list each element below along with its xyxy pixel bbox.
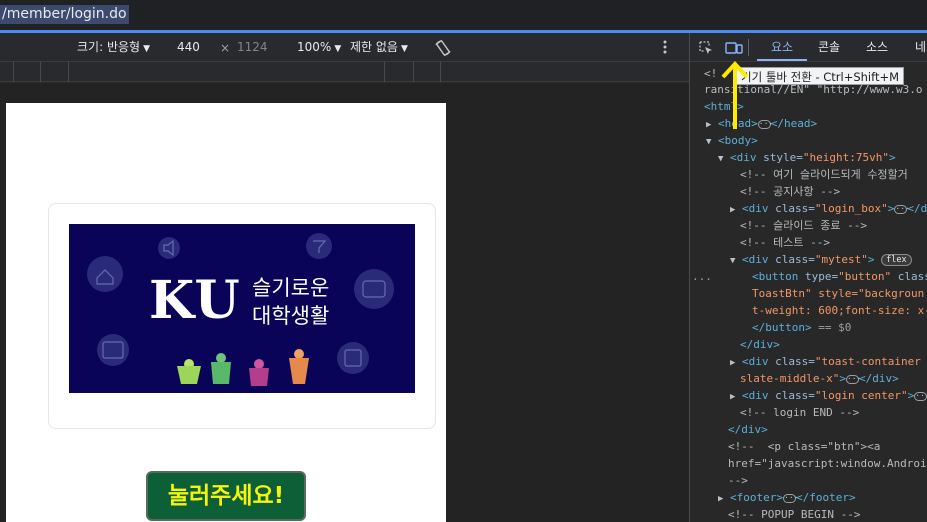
height-input[interactable]: 1124 [237,40,268,55]
expand-icon[interactable]: ▶ [730,392,735,402]
banner-decor [87,233,394,386]
dom-line[interactable]: ▼ <body> [706,133,758,150]
dom-line[interactable]: <button type="button" class [752,269,927,285]
flex-badge[interactable]: flex [881,254,912,266]
ku-logo-text: KU [149,270,242,331]
dom-line[interactable]: t-weight: 600;font-size: x- [752,303,927,319]
inspect-element-icon[interactable] [698,40,714,60]
dom-line-more[interactable]: ... [692,269,712,285]
tab-separator [748,39,749,56]
rotate-icon[interactable] [434,39,452,61]
devtools-pane: 요소 콘솔 소스 네 기기 툴바 전환 - Ctrl+Shift+M <! ra… [690,33,927,522]
dom-line[interactable]: <!-- login END --> [740,405,859,421]
emulated-page: KU 슬기로운 대학생활 눌러주세요! [6,103,446,522]
collapse-icon[interactable]: ▼ [718,154,723,164]
dom-line[interactable]: ▼ <div style="height:75vh"> [718,150,896,167]
banner-subtitle-2: 대학생활 [252,304,330,328]
dom-tree: <! ransitional//EN" "http://www.w3.o <ht… [690,66,927,522]
dom-line[interactable]: slate-middle-x">···</div> [740,371,899,387]
dom-line[interactable]: <! [704,66,717,82]
dom-line[interactable]: ▶ <div class="login_box">···</d [730,201,927,218]
dimensions-label: 크기: 반응형 [77,40,141,54]
dom-line[interactable]: </button> == $0 [752,320,851,336]
ellipsis-icon[interactable]: ··· [914,391,927,401]
throttle-label: 제한 없음 [350,40,398,54]
yellow-arrow-icon [721,61,749,129]
dom-line[interactable]: ▶ <div class="login center">··· [730,388,927,405]
device-toolbar: 크기: 반응형 ▼ 440 × 1124 100% ▼ 제한 없음 ▼ [0,33,689,62]
kebab-icon[interactable] [662,39,668,59]
dom-line[interactable]: </div> [740,337,780,353]
ellipsis-icon[interactable]: ··· [757,119,773,129]
expand-icon[interactable]: ▶ [706,120,711,130]
dom-line[interactable]: <!-- 여기 슬라이드되게 수정할거 [740,167,908,183]
login-box: KU 슬기로운 대학생활 [48,203,436,429]
address-url[interactable]: /member/login.do [0,5,129,24]
collapse-icon[interactable]: ▼ [706,137,711,147]
dom-line[interactable]: ToastBtn" style="backgroun [752,286,924,302]
dom-line[interactable]: <!-- 슬라이드 종료 --> [740,218,867,234]
banner-subtitle-1: 슬기로운 [252,276,330,300]
zoom-label: 100% [297,40,332,54]
throttle-dropdown[interactable]: 제한 없음 ▼ [350,40,408,57]
expand-icon[interactable]: ▶ [730,205,735,215]
dom-line[interactable]: ▶ <div class="toast-container p [730,354,927,371]
times-icon: × [220,41,231,55]
device-toolbar-icon[interactable] [725,40,743,60]
device-toolbar-tooltip: 기기 툴바 전환 - Ctrl+Shift+M [736,67,905,85]
dom-line[interactable]: ▼ <div class="mytest"> flex [730,252,912,269]
expand-icon[interactable]: ▶ [730,358,735,368]
active-tab-indicator [757,59,807,61]
address-bar[interactable]: /member/login.do [0,0,927,30]
dimensions-dropdown[interactable]: 크기: 반응형 ▼ [77,40,150,57]
caret-down-icon: ▼ [334,44,342,54]
tab-elements[interactable]: 요소 [771,40,793,55]
ellipsis-icon[interactable]: ··· [783,493,798,503]
tab-sources[interactable]: 소스 [866,40,888,55]
caret-down-icon: ▼ [400,44,408,54]
tab-console[interactable]: 콘솔 [818,40,840,55]
ku-banner: KU 슬기로운 대학생활 [69,224,415,393]
dom-line[interactable]: <!-- 테스트 --> [740,235,830,251]
dom-line[interactable]: <!-- POPUP BEGIN --> [728,507,860,522]
caret-down-icon: ▼ [143,44,150,54]
dom-line[interactable]: </div> [728,422,768,438]
ellipsis-icon[interactable]: ··· [894,204,910,214]
browser-window: /member/login.do 크기: 반응형 ▼ 440 × 1124 100… [0,0,927,522]
emulated-canvas: KU 슬기로운 대학생활 눌러주세요! [0,83,689,522]
zoom-dropdown[interactable]: 100% ▼ [297,40,341,57]
dom-line[interactable]: href="javascript:window.Androi [728,456,927,472]
dom-line[interactable]: <!-- 공지사항 --> [740,184,840,200]
toast-button[interactable]: 눌러주세요! [146,471,306,521]
media-query-ruler[interactable] [0,62,689,82]
collapse-icon[interactable]: ▼ [730,256,735,266]
dom-line[interactable]: <!-- <p class="btn"><a [728,439,880,455]
expand-icon[interactable]: ▶ [718,494,723,504]
tab-network[interactable]: 네 [915,40,926,55]
width-input[interactable]: 440 [177,40,200,55]
ellipsis-icon[interactable]: ··· [845,374,861,384]
dom-line[interactable]: ▶ <footer>···</footer> [718,490,856,507]
dom-line[interactable]: --> [728,473,748,489]
viewport-pane: 크기: 반응형 ▼ 440 × 1124 100% ▼ 제한 없음 ▼ KU 슬… [0,33,689,522]
devtools-tabbar: 요소 콘솔 소스 네 [690,33,927,62]
